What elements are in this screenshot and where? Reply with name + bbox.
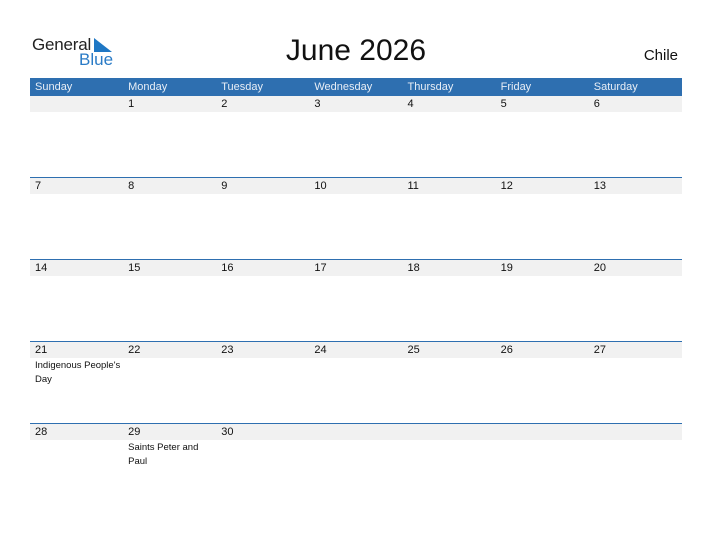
holiday-label (496, 112, 589, 113)
day-number: 13 (593, 180, 606, 192)
day-number: 18 (407, 262, 420, 274)
holiday-label (309, 358, 402, 386)
holiday-label: Indigenous People's Day (35, 360, 121, 385)
weekday-saturday: Saturday (593, 81, 638, 93)
day-number: 12 (500, 180, 513, 192)
day-number: 3 (314, 98, 321, 110)
date-strip: 28 29 30 (30, 424, 682, 440)
holiday-label (496, 440, 589, 468)
holiday-label (123, 358, 216, 386)
holiday-label (403, 358, 496, 386)
day-number (30, 96, 123, 112)
day-number: 9 (221, 180, 228, 192)
date-strip: 21 22 23 24 25 26 27 (30, 342, 682, 358)
day-number: 26 (500, 344, 513, 356)
day-number: 6 (593, 98, 600, 110)
holiday-label (123, 112, 216, 113)
week-row: 14 15 16 17 18 19 20 (30, 259, 682, 341)
day-number: 1 (128, 98, 135, 110)
week-row: 21 22 23 24 25 26 27 Indigenous People's Day (30, 341, 682, 423)
day-number: 29 (128, 426, 141, 438)
holiday-label (309, 112, 402, 113)
events-row: Indigenous People's Day (30, 358, 682, 386)
week-row: 1 2 3 4 5 6 (30, 96, 682, 177)
day-number: 27 (593, 344, 606, 356)
calendar-title: June 2026 (285, 34, 427, 67)
day-number: 21 (35, 344, 48, 356)
holiday-label (30, 440, 123, 468)
day-number (309, 424, 402, 440)
holiday-label (216, 440, 309, 468)
weekday-header: Sunday Monday Tuesday Wednesday Thursday… (30, 78, 682, 96)
holiday-label (589, 440, 682, 468)
weekday-thursday: Thursday (407, 81, 454, 93)
holiday-label (496, 194, 589, 195)
day-number: 11 (407, 180, 419, 192)
weekday-tuesday: Tuesday (221, 81, 264, 93)
holiday-label (589, 358, 682, 386)
holiday-label (216, 112, 309, 113)
holiday-label (589, 276, 682, 277)
events-row (30, 194, 682, 195)
day-number: 16 (221, 262, 234, 274)
holiday-label (30, 276, 123, 277)
date-strip: 1 2 3 4 5 6 (30, 96, 682, 112)
day-number: 30 (221, 426, 234, 438)
holiday-label (496, 358, 589, 386)
day-number: 17 (314, 262, 327, 274)
weekday-sunday: Sunday (35, 81, 73, 93)
day-number: 24 (314, 344, 327, 356)
holiday-label (123, 276, 216, 277)
day-number: 10 (314, 180, 327, 192)
weekday-wednesday: Wednesday (314, 81, 373, 93)
day-number: 19 (500, 262, 513, 274)
day-number: 20 (593, 262, 606, 274)
day-number: 5 (500, 98, 507, 110)
day-number: 15 (128, 262, 141, 274)
events-row: Saints Peter and Paul (30, 440, 682, 468)
holiday-label (403, 112, 496, 113)
holiday-label (403, 440, 496, 468)
holiday-label (216, 276, 309, 277)
country-label: Chile (643, 47, 678, 64)
week-row: 28 29 30 Saints Peter and Paul (30, 423, 682, 505)
holiday-label: Saints Peter and Paul (128, 442, 199, 467)
day-number: 25 (407, 344, 420, 356)
day-number: 4 (407, 98, 414, 110)
holiday-label (403, 194, 496, 195)
week-row: 7 8 9 10 11 12 13 (30, 177, 682, 259)
events-row (30, 112, 682, 113)
holiday-label (30, 112, 123, 113)
day-number: 7 (35, 180, 42, 192)
holiday-label (30, 194, 123, 195)
calendar-grid: Sunday Monday Tuesday Wednesday Thursday… (30, 78, 682, 505)
weekday-friday: Friday (500, 81, 532, 93)
holiday-label (589, 194, 682, 195)
holiday-label (216, 358, 309, 386)
day-number: 28 (35, 426, 48, 438)
holiday-label (589, 112, 682, 113)
day-number: 23 (221, 344, 234, 356)
holiday-label (123, 194, 216, 195)
holiday-label (216, 194, 309, 195)
day-number: 8 (128, 180, 135, 192)
events-row (30, 276, 682, 277)
holiday-label (309, 276, 402, 277)
day-number (589, 424, 682, 440)
weekday-monday: Monday (128, 81, 168, 93)
day-number (496, 424, 589, 440)
date-strip: 7 8 9 10 11 12 13 (30, 178, 682, 194)
date-strip: 14 15 16 17 18 19 20 (30, 260, 682, 276)
day-number: 22 (128, 344, 141, 356)
holiday-label (403, 276, 496, 277)
holiday-label (309, 440, 402, 468)
day-number: 14 (35, 262, 48, 274)
day-number (403, 424, 496, 440)
holiday-label (496, 276, 589, 277)
day-number: 2 (221, 98, 228, 110)
weeks-container: 1 2 3 4 5 6 7 8 9 10 11 12 13 14 15 16 17 18 19 20 21 22 23 24 2… (30, 96, 682, 505)
holiday-label (309, 194, 402, 195)
